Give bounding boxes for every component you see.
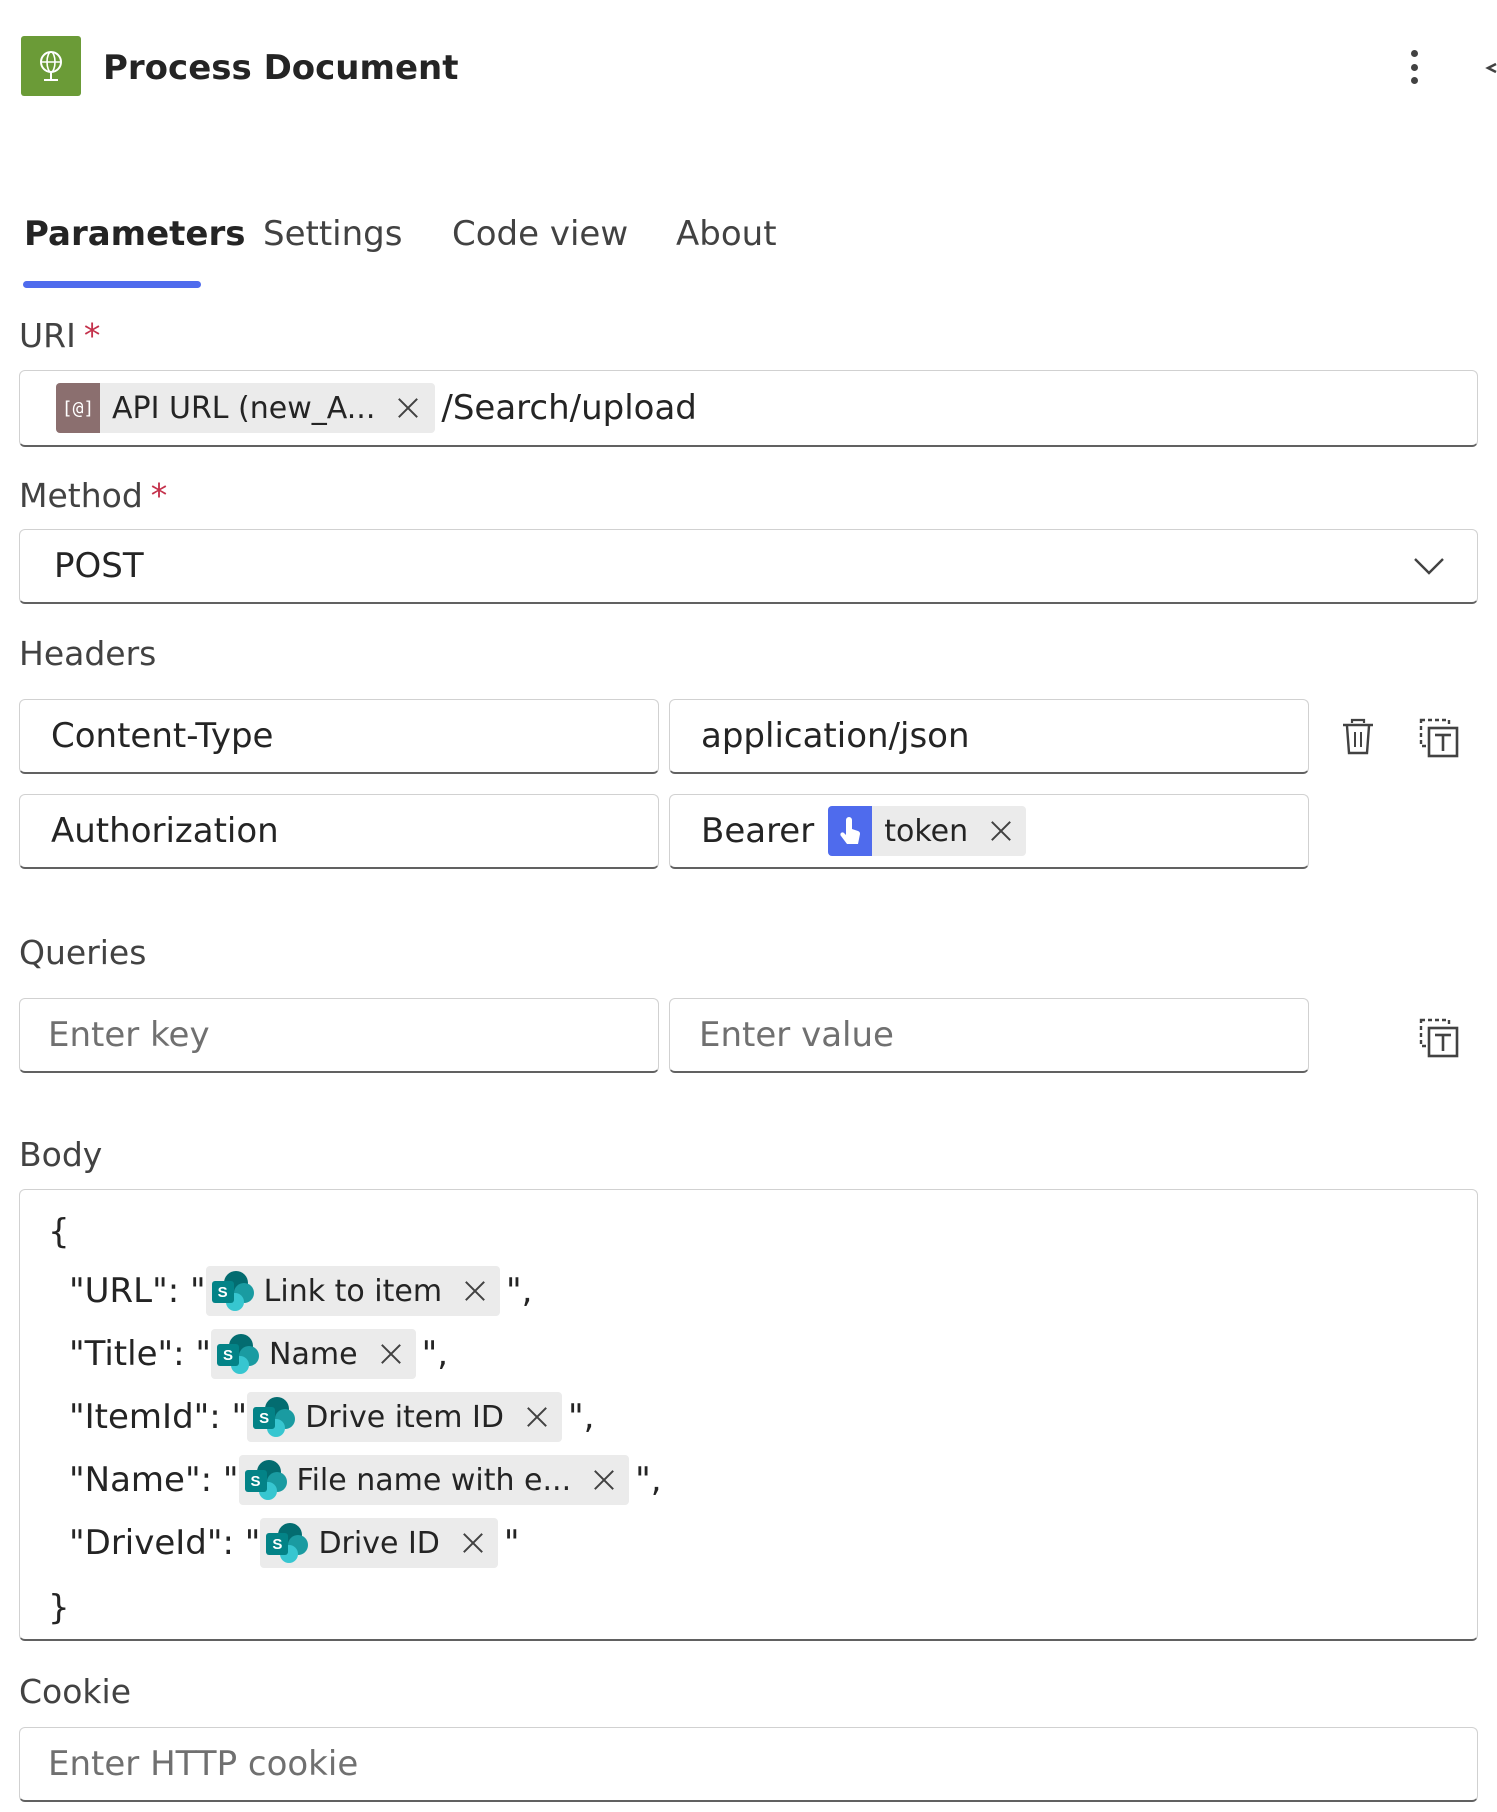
body-suffix: " [503,1523,520,1563]
body-line: "Title": " S Name ", [69,1328,448,1380]
token-label: Name [269,1336,358,1372]
active-tab-indicator [23,281,201,288]
globe-icon [40,51,62,81]
body-line: "ItemId": " S Drive item ID ", [69,1391,594,1443]
body-suffix: ", [635,1460,662,1500]
token-label: Drive item ID [305,1399,504,1435]
body-line: "Name": " S File name with e... ", [69,1454,662,1506]
name-token: S Name [211,1329,416,1379]
trash-icon[interactable] [1340,717,1376,757]
file-name-token: S File name with e... [238,1455,630,1505]
remove-token-icon[interactable] [380,1343,402,1365]
drive-item-id-token: S Drive item ID [247,1392,562,1442]
body-suffix: ", [506,1271,533,1311]
token-token: token [828,806,1027,856]
text-mode-icon[interactable] [1418,1017,1460,1059]
token-label: Link to item [263,1273,443,1309]
uri-suffix: /Search/upload [441,388,697,428]
more-options-icon[interactable] [1398,44,1430,90]
collapse-panel-icon[interactable] [1484,54,1497,82]
remove-token-icon[interactable] [462,1532,484,1554]
body-label: Body [19,1135,103,1174]
page-title: Process Document [103,48,459,88]
remove-token-icon[interactable] [593,1469,615,1491]
close-brace: } [48,1588,70,1628]
body-line: "DriveId": " S Drive ID " [69,1517,520,1569]
sharepoint-icon: S [210,1269,254,1313]
remove-token-icon[interactable] [397,397,419,419]
text-mode-icon[interactable] [1418,717,1460,759]
token-label: API URL (new_A... [112,390,376,426]
query-key-placeholder: Enter key [48,1015,210,1055]
sharepoint-icon: S [215,1332,260,1376]
method-select[interactable]: POST [19,529,1478,604]
header-value-text: application/json [701,716,970,756]
uri-field[interactable]: [@] API URL (new_A... /Search/upload [19,370,1478,447]
variable-icon: [@] [56,383,100,433]
headers-label: Headers [19,634,157,673]
tab-settings[interactable]: Settings [263,212,402,256]
cookie-placeholder: Enter HTTP cookie [48,1744,359,1784]
body-key: "Title": " [69,1334,212,1374]
remove-token-icon[interactable] [464,1280,486,1302]
method-label: Method * [19,476,168,515]
body-suffix: ", [421,1334,449,1374]
body-key: "ItemId": " [69,1397,248,1437]
sharepoint-icon: S [264,1521,309,1565]
drive-id-token: S Drive ID [260,1518,498,1568]
header-key-value: Authorization [51,811,279,851]
token-label: token [884,813,969,849]
tab-about[interactable]: About [676,212,777,256]
header-value-field[interactable]: application/json [669,699,1309,774]
method-value: POST [54,546,144,586]
token-label: Drive ID [318,1525,440,1561]
uri-label: URI * [19,316,101,355]
cookie-input[interactable]: Enter HTTP cookie [19,1727,1478,1802]
token-label: File name with e... [296,1462,572,1498]
app-icon [21,36,81,96]
chevron-down-icon [1414,558,1444,575]
link-to-item-token: S Link to item [205,1266,501,1316]
header-key-field[interactable]: Authorization [19,794,659,869]
touch-icon [828,806,873,856]
query-value-input[interactable]: Enter value [669,998,1309,1073]
body-suffix: ", [567,1397,595,1437]
body-key: "DriveId": " [69,1523,261,1563]
bearer-text: Bearer [701,811,815,851]
remove-token-icon[interactable] [990,820,1012,842]
remove-token-icon[interactable] [526,1406,548,1428]
body-key: "URL": " [69,1271,206,1311]
query-key-input[interactable]: Enter key [19,998,659,1073]
sharepoint-icon: S [243,1458,287,1502]
header-key-value: Content-Type [51,716,274,756]
sharepoint-icon: S [251,1395,296,1439]
body-key: "Name": " [69,1460,239,1500]
api-url-token: [@] API URL (new_A... [56,383,436,433]
body-line: "URL": " S Link to item ", [69,1265,533,1317]
tab-code-view[interactable]: Code view [452,212,628,256]
cookie-label: Cookie [19,1672,132,1711]
open-brace: { [48,1212,70,1252]
header-key-field[interactable]: Content-Type [19,699,659,774]
header-value-field[interactable]: Bearer token [669,794,1309,869]
query-value-placeholder: Enter value [699,1015,894,1055]
tab-parameters[interactable]: Parameters [24,212,245,256]
queries-label: Queries [19,933,147,972]
